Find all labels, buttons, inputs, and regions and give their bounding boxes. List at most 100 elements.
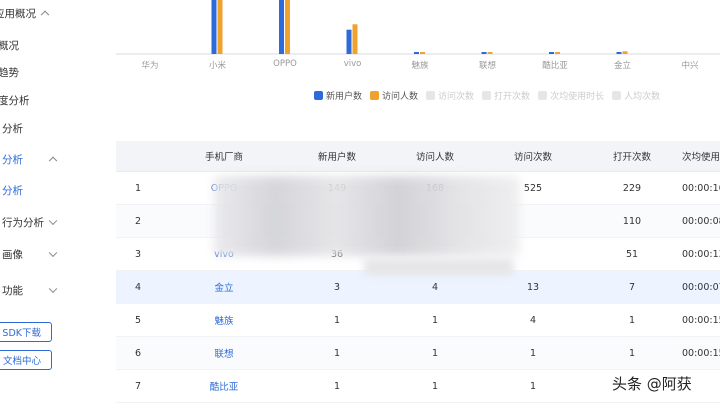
legend-swatch [370, 90, 380, 100]
sidebar-item-trend[interactable]: 趋势 [0, 61, 62, 83]
legend-label: 访问人数 [382, 91, 419, 102]
sidebar: 应用概况 概况 趋势 度分析 分析 分析 分析 行为分析 画像 功能 SDK下载… [0, 0, 64, 410]
chevron-up-icon [40, 10, 50, 20]
bar-visitors[interactable] [352, 24, 358, 54]
table-cell: 1 [333, 314, 341, 326]
table-cell: 1 [628, 314, 636, 326]
legend-swatch [538, 90, 548, 100]
bar-visitors[interactable] [555, 52, 560, 54]
column-header: 手机厂商 [204, 152, 243, 163]
legend-label: 访问次数 [438, 91, 475, 102]
column-header[interactable]: 新用户数 [288, 141, 386, 171]
bar-visitors[interactable] [622, 51, 628, 54]
blurred-overlay [214, 176, 520, 288]
sidebar-item-label: 应用概况 [0, 7, 36, 20]
sidebar-item-label: 分析 [2, 122, 23, 135]
legend-item[interactable]: 次均使用时长 [538, 89, 604, 102]
table-cell: 1 [431, 347, 439, 359]
bar-new-users[interactable] [346, 29, 352, 54]
sidebar-item-analysis-active[interactable]: 分析 [2, 179, 66, 201]
table-cell: 00:00:07 [682, 281, 720, 293]
table-row[interactable]: 5 魅族 1 1 4 1 00:00:15 [116, 304, 720, 337]
chevron-down-icon [48, 284, 58, 294]
bar-visitors[interactable] [487, 52, 493, 54]
legend-swatch [612, 90, 622, 100]
sdk-download-button[interactable]: SDK下载 [0, 322, 52, 342]
sidebar-item-app-overview[interactable]: 应用概况 [0, 2, 58, 24]
legend-label: 打开次数 [494, 91, 531, 102]
table-cell: 00:00:15 [682, 347, 720, 359]
x-tick-label: 小米 [208, 61, 227, 71]
table-cell: 7 [628, 281, 636, 293]
sidebar-item-label: 功能 [2, 284, 23, 297]
table-cell: 1 [333, 380, 341, 392]
legend-item[interactable]: 访问次数 [426, 89, 474, 102]
table-cell: 4 [529, 314, 537, 326]
x-tick-label: vivo [343, 59, 362, 69]
sidebar-item-portrait[interactable]: 画像 [2, 243, 66, 265]
column-header[interactable]: 访问次数 [484, 141, 582, 171]
table-row[interactable]: 6 联想 1 1 1 1 00:00:15 [116, 337, 720, 370]
bar-new-users[interactable] [414, 52, 419, 54]
table-cell: 00:00:08 [682, 215, 720, 227]
bar-new-users[interactable] [279, 0, 284, 54]
sidebar-item-analysis[interactable]: 分析 [2, 117, 66, 139]
sidebar-item-label: 分析 [2, 153, 23, 166]
doc-center-button[interactable]: 文档中心 [0, 350, 52, 370]
table-cell: 51 [625, 248, 639, 260]
bar-new-users[interactable] [549, 52, 554, 54]
vendor-link[interactable]: 酷比亚 [160, 370, 288, 402]
column-header[interactable]: 次均使用时长 [682, 141, 720, 171]
bar-new-users[interactable] [211, 0, 217, 54]
table-cell: 1 [529, 380, 537, 392]
bar-visitors[interactable] [285, 0, 290, 54]
table-cell: 6 [134, 347, 142, 359]
chevron-down-icon [48, 248, 58, 258]
table-cell: 5 [134, 314, 142, 326]
table-cell: 3 [134, 248, 142, 260]
x-tick-label: 金立 [613, 61, 632, 71]
table-cell: 1 [333, 347, 341, 359]
legend-swatch [314, 90, 323, 100]
table-header-row: 手机厂商 新用户数访问人数访问次数打开次数次均使用时长 [116, 141, 720, 172]
sidebar-item-overview[interactable]: 概况 [0, 34, 62, 56]
bar-new-users[interactable] [481, 52, 487, 54]
x-tick-label: OPPO [273, 59, 297, 69]
legend-item[interactable]: 访问人数 [370, 89, 418, 102]
blur-block [364, 258, 514, 276]
sidebar-item-label: 行为分析 [2, 216, 44, 229]
x-tick-label: 华为 [141, 61, 159, 71]
chevron-up-icon [48, 156, 58, 166]
legend-item[interactable]: 打开次数 [482, 89, 530, 102]
legend-item[interactable]: 人均次数 [612, 89, 660, 102]
table-cell: 229 [622, 182, 642, 194]
chart-legend: 新用户数 访问人数 访问次数 打开次数 次均使用时长 人均次数 [314, 88, 660, 102]
x-tick-label: 魅族 [411, 61, 429, 71]
table-cell: 00:00:16 [682, 182, 720, 194]
vendor-link[interactable]: 魅族 [160, 304, 288, 336]
bar-visitors[interactable] [420, 52, 425, 54]
vendor-link[interactable]: 联想 [160, 337, 288, 369]
table-cell: 00:00:13 [682, 248, 720, 260]
x-tick-label: 联想 [478, 61, 497, 71]
legend-swatch [426, 90, 436, 100]
sidebar-item-features[interactable]: 功能 [2, 279, 66, 301]
column-header[interactable]: 打开次数 [582, 141, 682, 171]
legend-swatch [482, 90, 492, 100]
sidebar-item-analysis-group[interactable]: 分析 [2, 148, 66, 170]
sidebar-item-label: 度分析 [0, 94, 30, 107]
sidebar-item-behavior-analysis[interactable]: 行为分析 [2, 211, 66, 233]
bar-new-users[interactable] [616, 51, 622, 54]
bar-visitors[interactable] [217, 0, 223, 54]
sidebar-item-label: 概况 [0, 39, 19, 52]
sidebar-item-degree-analysis[interactable]: 度分析 [0, 89, 62, 111]
table-cell: 1 [529, 347, 537, 359]
blur-block [214, 176, 520, 256]
legend-item[interactable]: 新用户数 [314, 89, 362, 102]
table-cell: 1 [431, 314, 439, 326]
bar-chart-plot [116, 0, 720, 55]
column-header[interactable]: 访问人数 [386, 141, 484, 171]
table-cell: 1 [134, 182, 142, 194]
chevron-down-icon [48, 216, 58, 226]
column-header [116, 141, 160, 171]
